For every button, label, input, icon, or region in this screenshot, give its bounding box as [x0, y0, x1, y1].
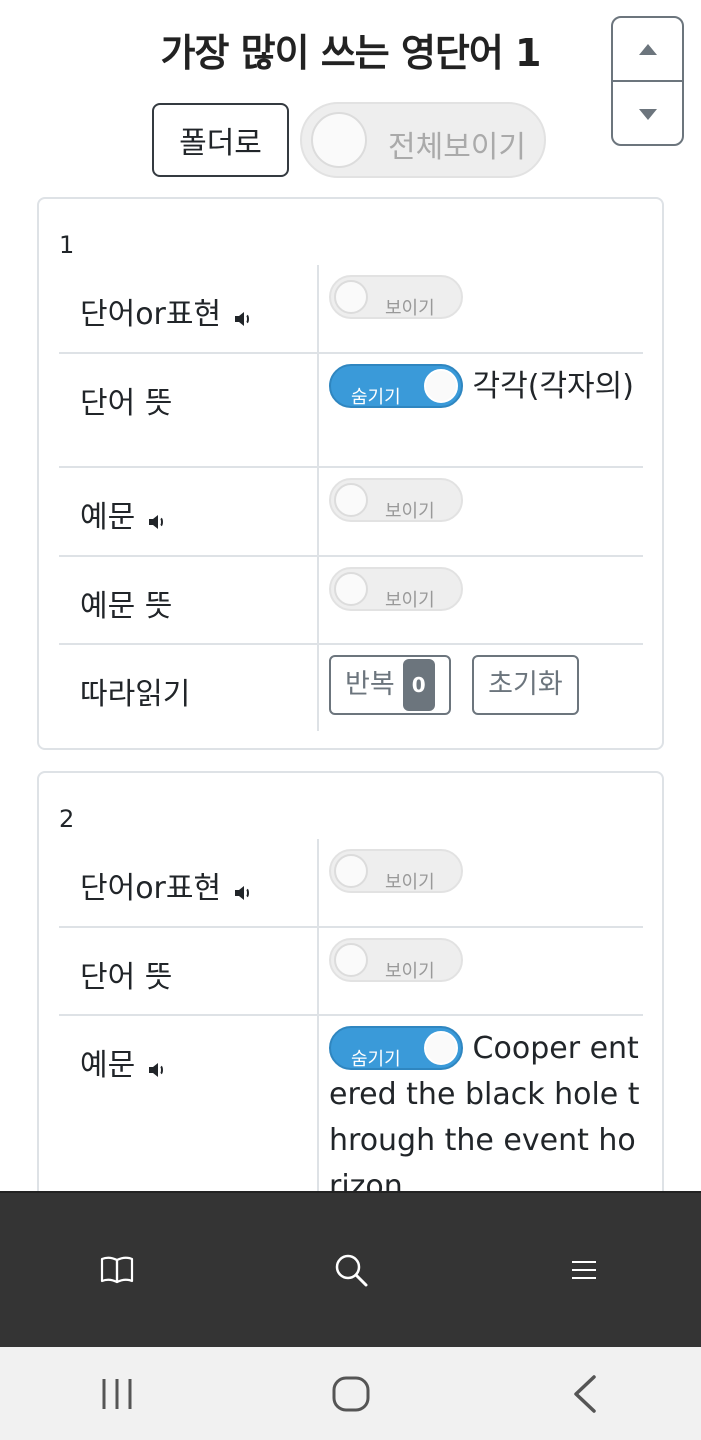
repeat-count-badge: 0 — [402, 659, 435, 711]
recent-apps-button[interactable] — [0, 1347, 234, 1440]
speaker-icon[interactable] — [147, 1053, 165, 1077]
home-icon — [332, 1376, 369, 1411]
triangle-up-icon — [638, 43, 657, 55]
meaning-label: 단어 뜻 — [80, 386, 173, 421]
reset-button[interactable]: 초기화 — [472, 655, 579, 715]
speaker-icon[interactable] — [147, 505, 165, 529]
meaning-hide-toggle[interactable]: 숨기기 — [329, 364, 463, 408]
example-meaning-row: 예문 뜻 보이기 — [59, 557, 643, 645]
meaning-row: 단어 뜻 보이기 — [59, 928, 643, 1016]
show-all-toggle[interactable]: 전체보이기 — [300, 102, 546, 178]
meaning-label: 단어 뜻 — [80, 960, 173, 995]
nav-search[interactable] — [234, 1193, 468, 1347]
back-icon — [574, 1374, 596, 1413]
back-button[interactable] — [467, 1347, 701, 1440]
triangle-down-icon — [638, 108, 657, 120]
example-meaning-label: 예문 뜻 — [80, 589, 173, 624]
repeat-button[interactable]: 반복 0 — [329, 655, 451, 715]
word-show-toggle[interactable]: 보이기 — [329, 275, 463, 319]
word-card: 1 단어or표현 보이기 단어 뜻 숨기기 각각(각자의) 예문 보이기 예문 … — [37, 197, 664, 750]
nav-book[interactable] — [0, 1193, 234, 1347]
example-show-toggle[interactable]: 보이기 — [329, 478, 463, 522]
nav-menu[interactable] — [467, 1193, 701, 1347]
example-label: 예문 — [80, 500, 136, 535]
meaning-text: 각각(각자의) — [472, 369, 634, 404]
meaning-show-toggle[interactable]: 보이기 — [329, 938, 463, 982]
page-title: 가장 많이 쓰는 영단어 1 — [160, 31, 542, 75]
word-row: 단어or표현 보이기 — [59, 265, 643, 354]
example-hide-toggle[interactable]: 숨기기 — [329, 1026, 463, 1070]
example-row: 예문 보이기 — [59, 468, 643, 557]
folder-button[interactable]: 폴더로 — [152, 103, 289, 177]
follow-read-row: 따라읽기 반복 0 초기화 — [59, 645, 643, 731]
scroll-up-button[interactable] — [613, 18, 682, 82]
recent-apps-icon — [102, 1378, 132, 1409]
word-label: 단어or표현 — [80, 297, 222, 332]
word-label: 단어or표현 — [80, 871, 222, 906]
follow-read-label: 따라읽기 — [80, 677, 191, 712]
example-meaning-show-toggle[interactable]: 보이기 — [329, 567, 463, 611]
bottom-navigation — [0, 1191, 701, 1347]
scroll-down-button[interactable] — [613, 82, 682, 144]
show-all-label: 전체보이기 — [388, 130, 526, 165]
book-icon — [100, 1256, 133, 1284]
speaker-icon[interactable] — [233, 302, 251, 326]
meaning-row: 단어 뜻 숨기기 각각(각자의) — [59, 354, 643, 468]
menu-icon — [572, 1261, 597, 1279]
card-number: 1 — [59, 231, 75, 259]
word-row: 단어or표현 보이기 — [59, 839, 643, 928]
word-card: 2 단어or표현 보이기 단어 뜻 보이기 예문 숨기기 Cooper ente… — [37, 771, 664, 1236]
home-button[interactable] — [234, 1347, 468, 1440]
toggle-knob — [311, 112, 367, 168]
speaker-icon[interactable] — [233, 876, 251, 900]
system-navigation — [0, 1347, 701, 1440]
word-show-toggle[interactable]: 보이기 — [329, 849, 463, 893]
search-icon — [335, 1254, 367, 1287]
card-number: 2 — [59, 805, 75, 833]
example-label: 예문 — [80, 1048, 136, 1083]
scroll-control — [611, 16, 684, 146]
